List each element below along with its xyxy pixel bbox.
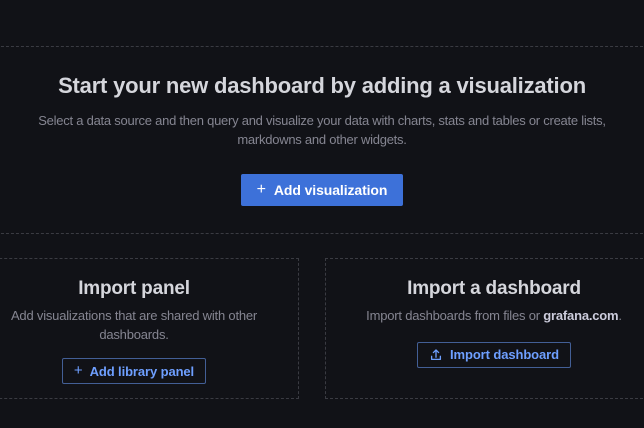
dashboard-canvas: Start your new dashboard by adding a vis… <box>0 0 644 428</box>
add-visualization-button[interactable]: + Add visualization <box>241 174 404 206</box>
import-dashboard-button[interactable]: Import dashboard <box>417 342 571 368</box>
grafana-com-text: grafana.com <box>543 308 618 323</box>
empty-dashboard-cta-panel: Start your new dashboard by adding a vis… <box>0 46 644 234</box>
empty-dashboard-description: Select a data source and then query and … <box>22 112 622 149</box>
upload-icon <box>429 348 443 362</box>
import-dashboard-card: Import a dashboard Import dashboards fro… <box>325 258 644 399</box>
import-panel-title: Import panel <box>78 276 190 301</box>
import-panel-description: Add visualizations that are shared with … <box>3 307 265 344</box>
import-dashboard-button-label: Import dashboard <box>450 347 559 362</box>
import-dashboard-description-prefix: Import dashboards from files or <box>366 308 543 323</box>
import-dashboard-description: Import dashboards from files or grafana.… <box>366 307 622 326</box>
add-visualization-button-label: Add visualization <box>274 182 387 198</box>
plus-icon: + <box>74 363 83 378</box>
import-dashboard-description-suffix: . <box>618 308 621 323</box>
import-panel-card: Import panel Add visualizations that are… <box>0 258 299 399</box>
page-title: Start your new dashboard by adding a vis… <box>58 71 586 101</box>
add-library-panel-button[interactable]: + Add library panel <box>62 358 206 384</box>
plus-icon: + <box>257 182 266 198</box>
add-library-panel-button-label: Add library panel <box>90 364 195 379</box>
import-dashboard-title: Import a dashboard <box>407 276 581 301</box>
